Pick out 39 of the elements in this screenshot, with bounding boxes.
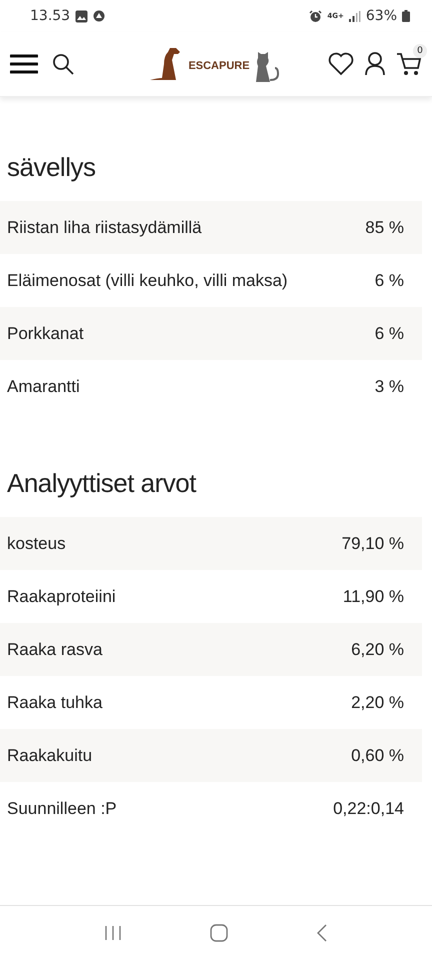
logo[interactable]: ESCAPURE	[130, 46, 302, 82]
table-cell: 0,60 %	[351, 746, 404, 766]
table-cell: Eläimenosat (villi keuhko, villi maksa)	[7, 270, 288, 290]
status-time: 13.53	[30, 8, 70, 24]
table-cell: 85 %	[365, 218, 404, 238]
recent-apps-icon[interactable]	[104, 925, 122, 941]
signal-icon	[348, 10, 361, 22]
table-cell: Riistan liha riistasydämillä	[7, 218, 202, 238]
heart-icon[interactable]	[328, 52, 354, 76]
search-icon[interactable]	[52, 53, 74, 75]
table-cell: 79,10 %	[342, 534, 404, 554]
table-cell: Raaka tuhka	[7, 692, 102, 712]
logo-text: ESCAPURE	[188, 60, 250, 72]
table-cell: 2,20 %	[351, 692, 404, 712]
alarm-icon	[309, 10, 322, 22]
table-cell: Raaka rasva	[7, 640, 102, 660]
table-cell: Raakaproteiini	[7, 586, 116, 606]
table-cell: 11,90 %	[342, 586, 404, 606]
table-cell: Suunnilleen :P	[7, 798, 117, 818]
image-icon	[75, 10, 88, 22]
table-cell: Porkkanat	[7, 324, 84, 344]
table-cell: Raakakuitu	[7, 746, 92, 766]
table-cell: 0,22:0,14	[333, 798, 404, 818]
section-heading: sävellys	[6, 151, 96, 184]
cart-icon[interactable]	[396, 52, 422, 76]
back-icon[interactable]	[316, 924, 328, 942]
user-icon[interactable]	[364, 52, 386, 76]
battery-icon	[402, 10, 410, 22]
home-icon[interactable]	[210, 924, 228, 942]
table-cell: Amarantti	[7, 376, 80, 396]
menu-icon[interactable]	[10, 54, 38, 74]
table-cell: 6 %	[374, 324, 404, 344]
table-cell: 3 %	[374, 376, 404, 396]
table-cell: 6 %	[374, 270, 404, 290]
cart-count: 0	[413, 44, 427, 58]
section-heading: Analyyttiset arvot	[6, 467, 198, 500]
table-cell: kosteus	[7, 534, 66, 554]
table-cell: 6,20 %	[351, 640, 404, 660]
battery-level: 63%	[366, 8, 397, 24]
